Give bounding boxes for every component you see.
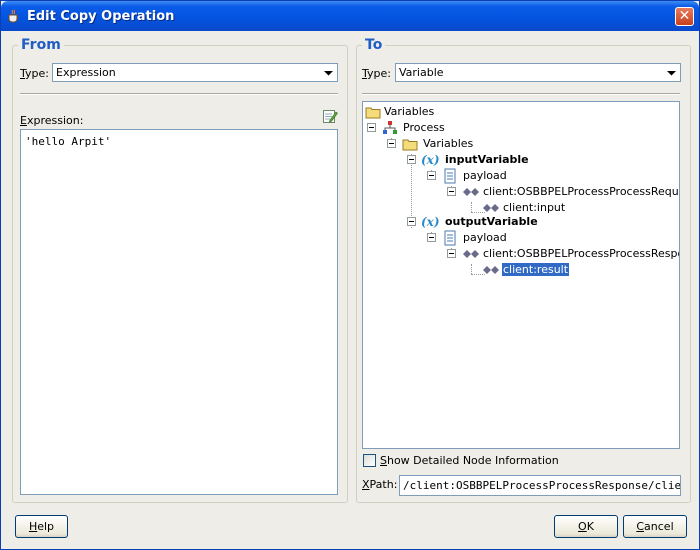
variable-tree[interactable]: Variables Process Variables (x) inputVar… xyxy=(362,101,680,449)
title-bar[interactable]: Edit Copy Operation ✕ xyxy=(1,1,699,31)
document-icon xyxy=(444,168,456,184)
collapse-icon[interactable] xyxy=(387,139,396,148)
app-cup-icon xyxy=(8,9,19,23)
to-type-value: Variable xyxy=(399,66,444,79)
chevron-down-icon xyxy=(667,71,676,76)
help-button[interactable]: Help xyxy=(15,515,68,538)
process-icon xyxy=(383,121,397,134)
to-divider xyxy=(362,93,680,95)
element-icon xyxy=(463,188,479,196)
folder-icon xyxy=(365,107,381,119)
folder-icon xyxy=(402,139,418,151)
from-legend: From xyxy=(18,37,64,53)
variable-x-icon: (x) xyxy=(421,215,440,229)
variable-x-icon: (x) xyxy=(421,153,440,167)
xpath-field[interactable]: /client:OSBBPELProcessProcessResponse/cl… xyxy=(399,475,681,496)
from-divider xyxy=(20,93,338,95)
dialog-body: From Type: Expression Expression: 'hello… xyxy=(4,31,696,547)
collapse-icon[interactable] xyxy=(447,187,456,196)
close-button[interactable]: ✕ xyxy=(675,7,694,26)
close-icon: ✕ xyxy=(678,8,691,24)
collapse-icon[interactable] xyxy=(447,249,456,258)
svg-text:(x): (x) xyxy=(421,153,440,167)
from-type-value: Expression xyxy=(56,66,116,79)
ok-button[interactable]: OK xyxy=(554,515,618,538)
expression-label: Expression: xyxy=(20,114,84,127)
to-type-label: Type: xyxy=(362,67,391,80)
element-icon xyxy=(483,266,499,274)
xpath-value: /client:OSBBPELProcessProcessResponse/cl… xyxy=(403,479,681,492)
show-detailed-label: Show Detailed Node Information xyxy=(380,454,559,467)
window-title: Edit Copy Operation xyxy=(27,9,175,24)
svg-text:(x): (x) xyxy=(421,215,440,229)
collapse-icon[interactable] xyxy=(427,233,436,242)
collapse-icon[interactable] xyxy=(407,155,416,164)
expression-editor[interactable]: 'hello Arpit' xyxy=(20,129,338,495)
collapse-icon[interactable] xyxy=(407,217,416,226)
chevron-down-icon xyxy=(324,71,333,76)
show-detailed-checkbox[interactable] xyxy=(363,454,376,467)
to-type-select[interactable]: Variable xyxy=(395,63,681,82)
element-icon xyxy=(483,204,499,212)
cancel-button[interactable]: Cancel xyxy=(623,515,687,538)
dialog-window: Edit Copy Operation ✕ From Type: Express… xyxy=(0,0,700,550)
collapse-icon[interactable] xyxy=(367,123,376,132)
collapse-icon[interactable] xyxy=(427,171,436,180)
expression-text: 'hello Arpit' xyxy=(25,135,112,148)
document-icon xyxy=(444,230,456,246)
to-legend: To xyxy=(362,37,386,53)
from-type-label: Type: xyxy=(20,67,49,80)
edit-expression-icon[interactable] xyxy=(322,108,338,124)
element-icon xyxy=(463,250,479,258)
from-type-select[interactable]: Expression xyxy=(52,63,338,82)
xpath-label: XPath: xyxy=(362,478,398,491)
